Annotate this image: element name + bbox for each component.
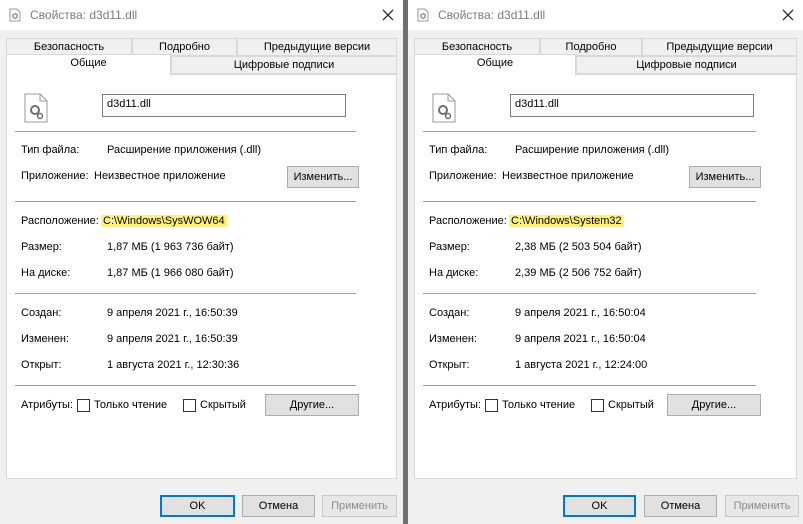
apply-button[interactable]: Применить — [725, 495, 799, 517]
readonly-checkbox[interactable] — [77, 399, 90, 412]
separator — [15, 385, 356, 386]
apply-button[interactable]: Применить — [322, 495, 397, 517]
file-type-value: Расширение приложения (.dll) — [107, 144, 262, 156]
readonly-label: Только чтение — [94, 399, 168, 411]
location-label: Расположение: — [21, 215, 99, 227]
filename-field[interactable]: d3d11.dll — [510, 94, 754, 117]
close-icon[interactable] — [373, 0, 403, 30]
file-type-label: Тип файла: — [21, 144, 80, 156]
accessed-value: 1 августа 2021 г., 12:30:36 — [107, 359, 240, 371]
size-label: Размер: — [429, 241, 470, 253]
tab-general[interactable]: Общие — [414, 54, 576, 76]
ok-button[interactable]: OK — [160, 495, 235, 517]
hidden-checkbox[interactable] — [591, 399, 604, 412]
cancel-button[interactable]: Отмена — [644, 495, 717, 517]
close-icon[interactable] — [773, 0, 803, 30]
dll-file-icon — [23, 93, 49, 123]
accessed-value: 1 августа 2021 г., 12:24:00 — [515, 359, 648, 371]
application-value: Неизвестное приложение — [502, 170, 634, 182]
size-value: 2,38 МБ (2 503 504 байт) — [515, 241, 642, 253]
general-panel: d3d11.dll Тип файла: Расширение приложен… — [6, 74, 397, 479]
hidden-label: Скрытый — [608, 399, 654, 411]
separator — [423, 385, 756, 386]
tab-previous-versions[interactable]: Предыдущие версии — [642, 38, 797, 56]
accessed-label: Открыт: — [429, 359, 470, 371]
created-label: Создан: — [429, 307, 470, 319]
application-label: Приложение: — [21, 170, 89, 182]
file-gear-icon — [8, 8, 22, 22]
size-on-disk-label: На диске: — [21, 267, 71, 279]
location-label: Расположение: — [429, 215, 507, 227]
window-title: Свойства: d3d11.dll — [438, 8, 546, 22]
separator — [15, 201, 356, 202]
modified-value: 9 апреля 2021 г., 16:50:39 — [107, 333, 238, 345]
separator — [15, 293, 356, 294]
application-label: Приложение: — [429, 170, 497, 182]
modified-label: Изменен: — [21, 333, 69, 345]
created-value: 9 апреля 2021 г., 16:50:04 — [515, 307, 646, 319]
cancel-button[interactable]: Отмена — [242, 495, 315, 517]
title-bar[interactable]: Свойства: d3d11.dll — [408, 0, 803, 30]
readonly-checkbox[interactable] — [485, 399, 498, 412]
created-value: 9 апреля 2021 г., 16:50:39 — [107, 307, 238, 319]
change-button[interactable]: Изменить... — [689, 166, 761, 188]
size-on-disk-label: На диске: — [429, 267, 479, 279]
size-value: 1,87 МБ (1 963 736 байт) — [107, 241, 234, 253]
size-on-disk-value: 1,87 МБ (1 966 080 байт) — [107, 267, 234, 279]
readonly-label: Только чтение — [502, 399, 576, 411]
location-value: C:\Windows\SysWOW64 — [101, 215, 227, 227]
location-value: C:\Windows\System32 — [509, 215, 624, 227]
application-value: Неизвестное приложение — [94, 170, 226, 182]
modified-value: 9 апреля 2021 г., 16:50:04 — [515, 333, 646, 345]
tab-general[interactable]: Общие — [6, 54, 171, 76]
file-type-value: Расширение приложения (.dll) — [515, 144, 670, 156]
modified-label: Изменен: — [429, 333, 477, 345]
hidden-label: Скрытый — [200, 399, 246, 411]
tab-strip: Безопасность Подробно Предыдущие версии … — [6, 38, 397, 76]
hidden-checkbox[interactable] — [183, 399, 196, 412]
size-label: Размер: — [21, 241, 62, 253]
dll-file-icon — [431, 93, 457, 123]
tab-digital-signatures[interactable]: Цифровые подписи — [171, 56, 397, 74]
accessed-label: Открыт: — [21, 359, 62, 371]
attributes-label: Атрибуты: — [429, 399, 481, 411]
attributes-label: Атрибуты: — [21, 399, 73, 411]
window-title: Свойства: d3d11.dll — [30, 8, 138, 22]
tab-strip: Безопасность Подробно Предыдущие версии … — [414, 38, 797, 76]
created-label: Создан: — [21, 307, 62, 319]
separator — [423, 293, 756, 294]
ok-button[interactable]: OK — [563, 495, 636, 517]
separator — [423, 201, 756, 202]
file-gear-icon — [416, 8, 430, 22]
tab-digital-signatures[interactable]: Цифровые подписи — [576, 56, 797, 74]
advanced-button[interactable]: Другие... — [265, 394, 359, 416]
file-type-label: Тип файла: — [429, 144, 488, 156]
tab-previous-versions[interactable]: Предыдущие версии — [237, 38, 397, 56]
properties-dialog-syswow64: Свойства: d3d11.dll Безопасность Подробн… — [0, 0, 403, 524]
properties-dialog-system32: Свойства: d3d11.dll Безопасность Подробн… — [408, 0, 803, 524]
change-button[interactable]: Изменить... — [287, 166, 359, 188]
size-on-disk-value: 2,39 МБ (2 506 752 байт) — [515, 267, 642, 279]
separator — [423, 131, 756, 132]
title-bar[interactable]: Свойства: d3d11.dll — [0, 0, 403, 30]
separator — [15, 131, 356, 132]
filename-field[interactable]: d3d11.dll — [102, 94, 346, 117]
advanced-button[interactable]: Другие... — [667, 394, 761, 416]
general-panel: d3d11.dll Тип файла: Расширение приложен… — [414, 74, 797, 479]
